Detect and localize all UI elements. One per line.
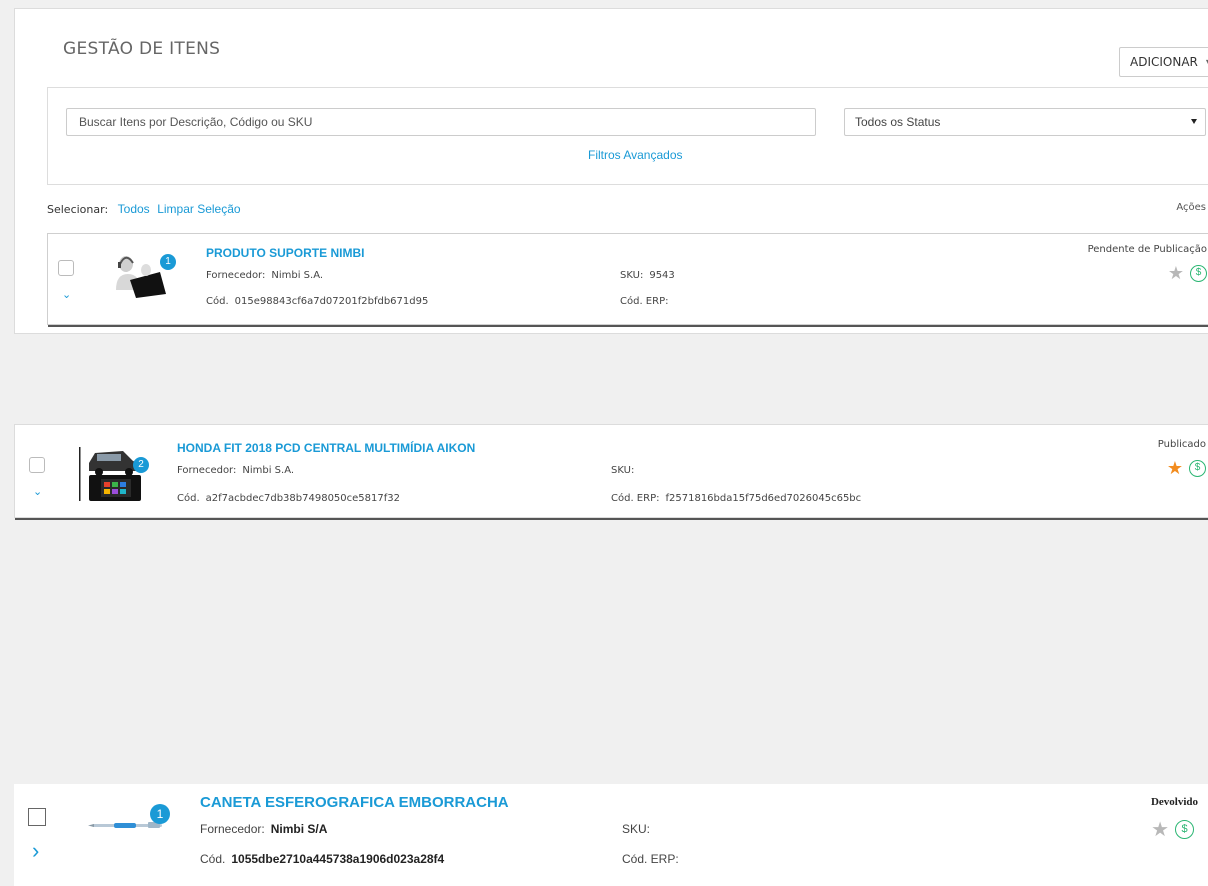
search-input[interactable] xyxy=(66,108,816,136)
code-value: 015e98843cf6a7d07201f2bfdb671d95 xyxy=(234,296,429,307)
code-label: Cód. xyxy=(177,493,200,504)
page-title: GESTÃO DE ITENS xyxy=(63,39,221,59)
status-select[interactable]: Todos os Status xyxy=(844,108,1206,136)
support-thumbnail: 1 xyxy=(114,250,176,302)
code-label: Cód. xyxy=(200,852,226,866)
item-actions: ★ $ xyxy=(1151,820,1194,840)
sku-label: SKU: xyxy=(622,822,651,836)
dollar-icon[interactable]: $ xyxy=(1175,820,1194,839)
sku-field: SKU: xyxy=(622,822,656,836)
supplier-field: Fornecedor: Nimbi S.A. xyxy=(206,270,323,281)
code-field: Cód. 015e98843cf6a7d07201f2bfdb671d95 xyxy=(206,296,428,307)
item-management-panel: GESTÃO DE ITENS ADICIONAR ▼ Todos os Sta… xyxy=(14,8,1208,334)
item-title[interactable]: PRODUTO SUPORTE NIMBI xyxy=(206,246,364,260)
supplier-label: Fornecedor: xyxy=(206,270,266,281)
card-divider xyxy=(15,518,1208,520)
status-select-value: Todos os Status xyxy=(855,115,941,129)
supplier-value: Nimbi S.A. xyxy=(242,465,295,476)
erp-label: Cód. ERP: xyxy=(622,852,679,866)
supplier-field: Fornecedor: Nimbi S/A xyxy=(200,822,327,836)
dollar-icon[interactable]: $ xyxy=(1190,264,1207,282)
sku-value: 9543 xyxy=(649,270,675,281)
code-field: Cód. 1055dbe2710a445738a1906d023a28f4 xyxy=(200,852,444,866)
select-all-link[interactable]: Todos xyxy=(118,202,150,216)
variant-count-badge: 1 xyxy=(160,254,176,270)
supplier-field: Fornecedor: Nimbi S.A. xyxy=(177,465,294,476)
star-icon[interactable]: ★ xyxy=(1151,820,1169,840)
filter-box: Todos os Status Filtros Avançados xyxy=(47,87,1208,185)
pen-thumbnail: 1 xyxy=(88,798,178,838)
item-actions: ★ $ xyxy=(1168,264,1207,282)
supplier-label: Fornecedor: xyxy=(200,822,265,836)
variant-count-badge: 2 xyxy=(133,457,149,473)
selection-label: Selecionar: xyxy=(47,203,109,216)
dollar-icon[interactable]: $ xyxy=(1189,459,1206,477)
item-title[interactable]: CANETA ESFEROGRAFICA EMBORRACHA xyxy=(200,794,509,811)
item-title[interactable]: HONDA FIT 2018 PCD CENTRAL MULTIMÍDIA AI… xyxy=(177,441,475,455)
erp-label: Cód. ERP: xyxy=(620,296,669,307)
erp-label: Cód. ERP: xyxy=(611,493,660,504)
supplier-label: Fornecedor: xyxy=(177,465,237,476)
item-checkbox[interactable] xyxy=(58,260,74,276)
item-checkbox[interactable] xyxy=(29,457,45,473)
code-field: Cód. a2f7acbdec7db38b7498050ce5817f32 xyxy=(177,493,400,504)
star-icon[interactable]: ★ xyxy=(1167,459,1183,477)
erp-field: Cód. ERP: f2571816bda15f75d6ed7026045c65b… xyxy=(611,493,861,504)
dropdown-arrow-icon xyxy=(1191,119,1197,124)
chevron-right-icon[interactable]: › xyxy=(32,838,39,864)
supplier-value: Nimbi S/A xyxy=(270,822,328,836)
item-actions: ★ $ xyxy=(1167,459,1206,477)
item-card: ⌄ 2 HONDA FIT 2018 PCD CENTRAL MULTIMÍDI… xyxy=(14,424,1208,520)
status-text: Pendente de Publicação xyxy=(1087,244,1207,255)
sku-field: SKU: xyxy=(611,465,640,476)
code-value: 1055dbe2710a445738a1906d023a28f4 xyxy=(231,852,445,866)
card-divider xyxy=(48,325,1208,327)
code-label: Cód. xyxy=(206,296,229,307)
erp-value: f2571816bda15f75d6ed7026045c65bc xyxy=(665,493,862,504)
erp-field: Cód. ERP: xyxy=(620,296,674,307)
item-card: › 1 CANETA ESFEROGRAFICA EMBORRACHA Forn… xyxy=(14,784,1208,886)
sku-label: SKU: xyxy=(611,465,635,476)
actions-label: Ações xyxy=(1176,202,1206,213)
code-value: a2f7acbdec7db38b7498050ce5817f32 xyxy=(205,493,400,504)
status-text: Publicado xyxy=(1157,439,1206,450)
item-card: ⌄ 1 PRODUTO SUPORTE NIMBI Fornecedor: Nim… xyxy=(47,233,1208,327)
chevron-down-icon[interactable]: ⌄ xyxy=(33,485,42,498)
item-checkbox[interactable] xyxy=(28,808,46,826)
chevron-down-icon[interactable]: ⌄ xyxy=(62,288,71,301)
selection-bar: Selecionar: Todos Limpar Seleção xyxy=(47,202,241,216)
advanced-filters-link[interactable]: Filtros Avançados xyxy=(588,148,683,162)
variant-count-badge: 1 xyxy=(150,804,170,824)
status-text: Devolvido xyxy=(1150,796,1198,808)
sku-field: SKU: 9543 xyxy=(620,270,675,281)
clear-selection-link[interactable]: Limpar Seleção xyxy=(157,202,240,216)
supplier-value: Nimbi S.A. xyxy=(271,270,324,281)
add-button[interactable]: ADICIONAR ▼ xyxy=(1119,47,1208,77)
star-icon[interactable]: ★ xyxy=(1168,264,1184,282)
car-thumbnail: 2 xyxy=(79,445,151,505)
add-button-label: ADICIONAR xyxy=(1130,55,1198,69)
sku-label: SKU: xyxy=(620,270,644,281)
erp-field: Cód. ERP: xyxy=(622,852,685,866)
